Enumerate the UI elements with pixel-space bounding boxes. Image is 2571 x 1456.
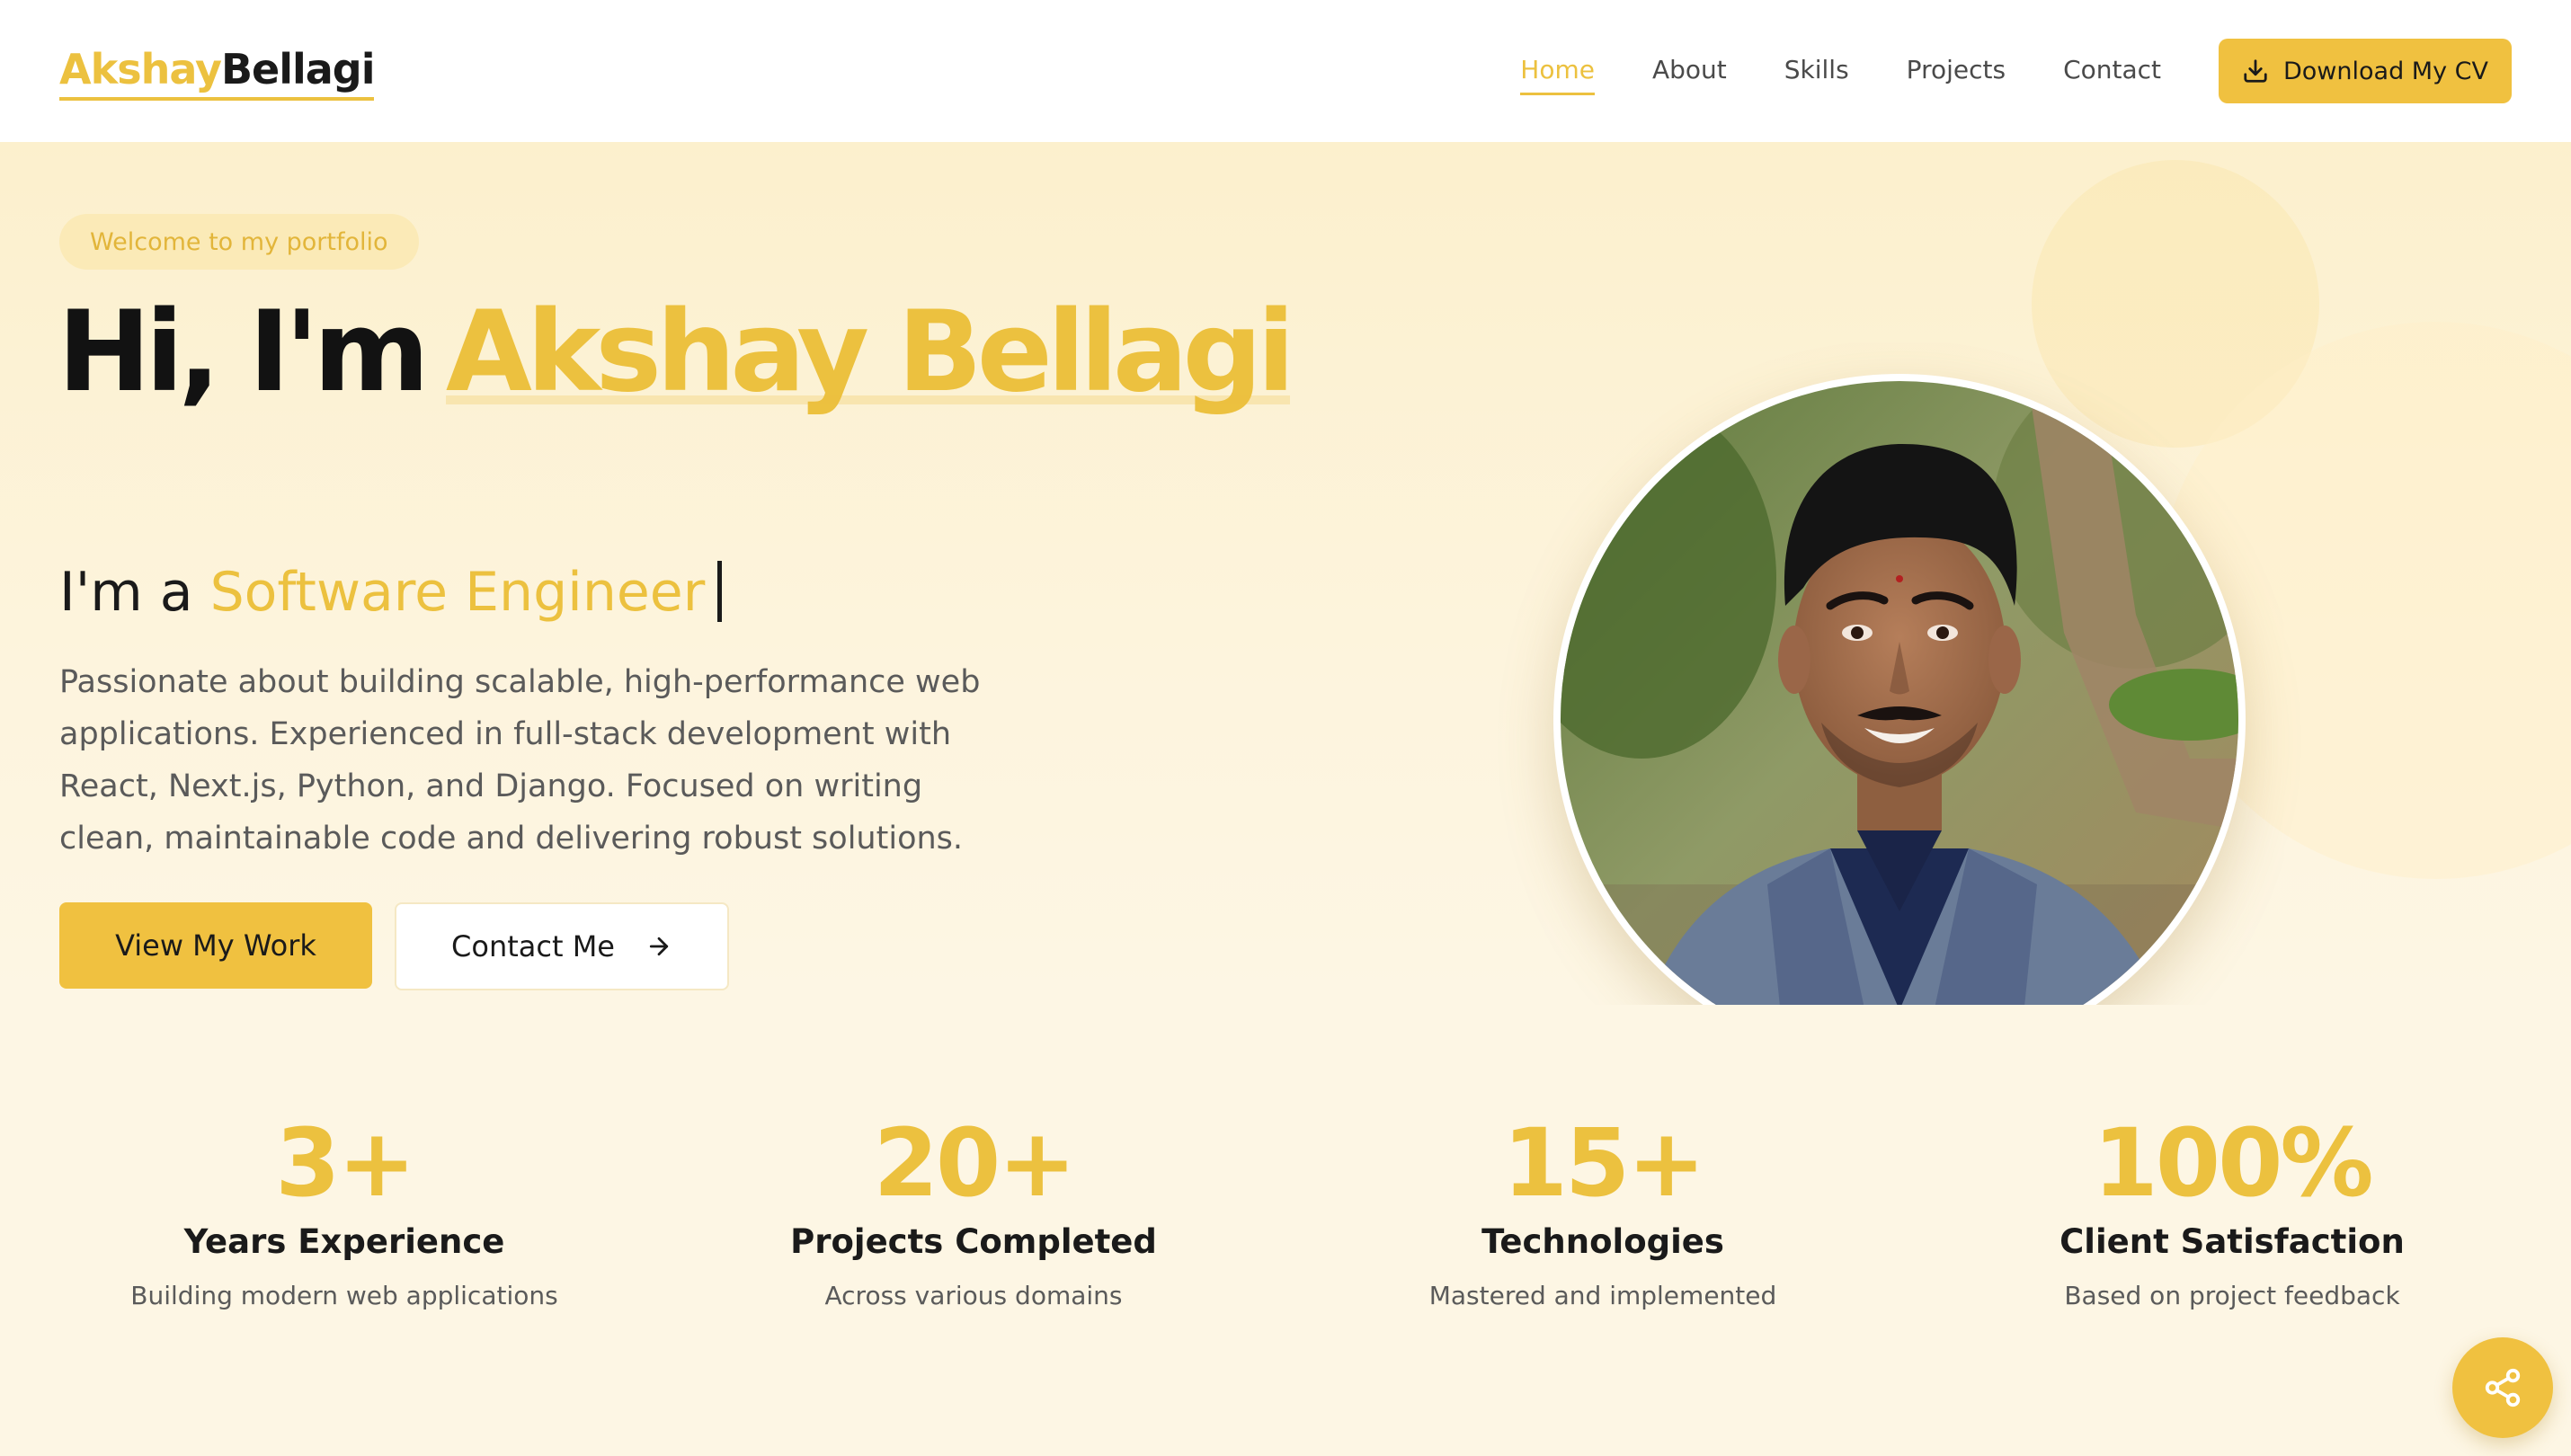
stat-description: Based on project feedback (2064, 1281, 2400, 1310)
profile-portrait (1561, 381, 2238, 1005)
share-icon (2485, 1368, 2521, 1407)
nav-contact[interactable]: Contact (2063, 55, 2161, 88)
stat-description: Building modern web applications (130, 1281, 558, 1310)
download-cv-button[interactable]: Download My CV (2219, 39, 2512, 103)
profile-photo (1561, 381, 2238, 1005)
typed-role: Software Engineer (209, 561, 706, 624)
stat-value: 100% (2093, 1108, 2373, 1218)
hero-title: Hi, I'm Akshay Bellagi (58, 288, 1295, 417)
view-my-work-button[interactable]: View My Work (59, 902, 372, 989)
stat-label: Client Satisfaction (2059, 1222, 2405, 1261)
stat-value: 20+ (873, 1108, 1077, 1218)
stats-section: 3+ Years Experience Building modern web … (0, 1005, 2571, 1456)
logo-first-name: Akshay (59, 45, 222, 93)
contact-me-button[interactable]: Contact Me (395, 902, 729, 990)
stat-description: Across various domains (824, 1281, 1123, 1310)
subtitle-prefix: I'm a (59, 561, 193, 624)
stat-experience: 3+ Years Experience Building modern web … (30, 1109, 659, 1310)
hero-description: Passionate about building scalable, high… (59, 664, 981, 857)
stat-label: Years Experience (183, 1222, 505, 1261)
nav-home[interactable]: Home (1520, 55, 1595, 95)
welcome-badge: Welcome to my portfolio (59, 214, 419, 270)
logo-last-name: Bellagi (220, 45, 376, 93)
hero-greeting: Hi, I'm (58, 288, 430, 417)
stat-label: Projects Completed (790, 1222, 1157, 1261)
arrow-right-icon (649, 937, 669, 956)
stat-description: Mastered and implemented (1428, 1281, 1777, 1310)
stat-label: Technologies (1481, 1222, 1724, 1261)
contact-me-label: Contact Me (451, 929, 615, 963)
stat-value: 3+ (275, 1108, 416, 1218)
stat-projects: 20+ Projects Completed Across various do… (659, 1109, 1288, 1310)
nav-about[interactable]: About (1652, 55, 1727, 88)
share-button[interactable] (2452, 1337, 2553, 1438)
profile-photo-frame (1553, 374, 2246, 1005)
hero-subtitle: I'm a Software Engineer (59, 561, 723, 624)
hero-section: Welcome to my portfolio Hi, I'm Akshay Be… (0, 142, 2571, 1005)
download-icon (2244, 59, 2267, 83)
download-cv-label: Download My CV (2283, 57, 2488, 85)
nav-projects[interactable]: Projects (1907, 55, 2006, 88)
main-nav: Home About Skills Projects Contact Downl… (1520, 39, 2512, 103)
site-header: Akshay Bellagi Home About Skills Projects… (0, 0, 2571, 142)
stat-technologies: 15+ Technologies Mastered and implemente… (1288, 1109, 1917, 1310)
hero-name: Akshay Bellagi (445, 288, 1295, 417)
typing-cursor (717, 561, 723, 623)
stat-satisfaction: 100% Client Satisfaction Based on projec… (1917, 1109, 2547, 1310)
nav-skills[interactable]: Skills (1784, 55, 1849, 88)
site-logo[interactable]: Akshay Bellagi (59, 45, 376, 101)
stat-value: 15+ (1502, 1108, 1706, 1218)
